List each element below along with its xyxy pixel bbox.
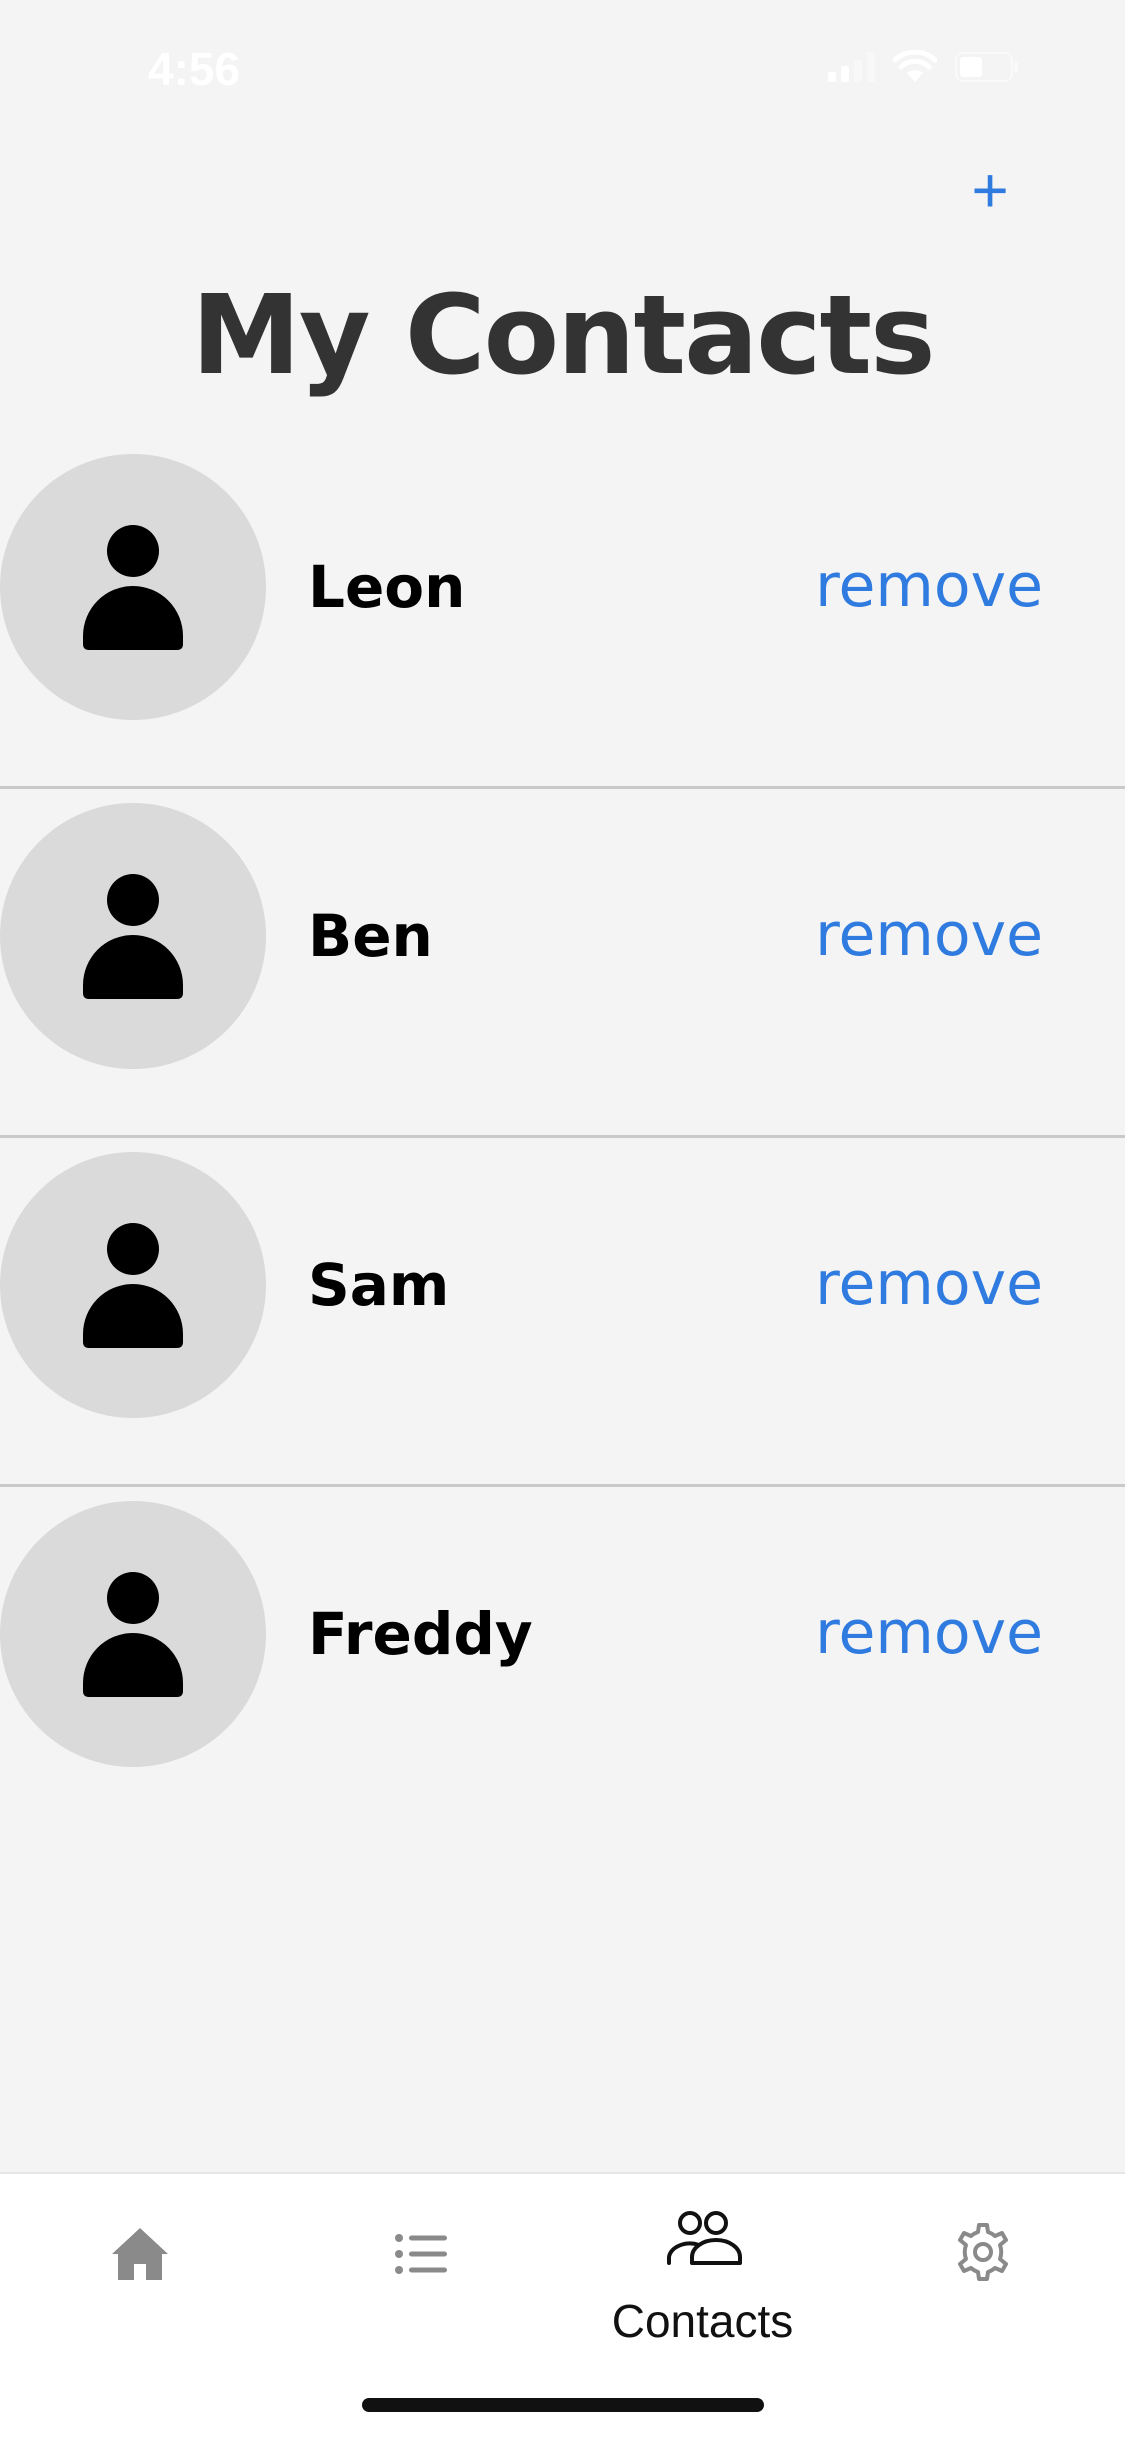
gear-icon (958, 2223, 1008, 2281)
cellular-signal-icon (828, 52, 875, 82)
list-item[interactable]: Freddy remove (0, 1487, 1125, 1833)
list-item[interactable]: Sam remove (0, 1138, 1125, 1487)
contact-list: Leon remove Ben remove Sam remove Freddy… (0, 440, 1125, 1833)
status-icons (828, 50, 1019, 84)
contact-name: Sam (308, 1251, 450, 1319)
status-time: 4:56 (148, 43, 241, 95)
contact-name: Ben (308, 902, 433, 970)
tab-label: Contacts (611, 2295, 794, 2347)
avatar (0, 1501, 266, 1767)
add-contact-button[interactable]: + (960, 150, 1020, 230)
person-icon (83, 525, 183, 650)
list-item[interactable]: Leon remove (0, 440, 1125, 789)
tab-settings[interactable] (843, 2174, 1124, 2374)
home-icon (112, 2228, 168, 2280)
avatar (0, 1152, 266, 1418)
list-item[interactable]: Ben remove (0, 789, 1125, 1138)
wifi-icon (893, 50, 937, 84)
person-icon (83, 1572, 183, 1697)
list-icon (395, 2234, 447, 2274)
remove-button[interactable]: remove (815, 1248, 1043, 1320)
tab-list[interactable] (281, 2174, 562, 2374)
page-title: My Contacts (191, 271, 935, 399)
person-icon (83, 1223, 183, 1348)
home-indicator (362, 2398, 764, 2412)
remove-button[interactable]: remove (815, 550, 1043, 622)
remove-button[interactable]: remove (815, 899, 1043, 971)
tab-contacts[interactable]: Contacts (562, 2174, 843, 2374)
avatar (0, 803, 266, 1069)
person-icon (83, 874, 183, 999)
contact-name: Freddy (308, 1600, 533, 1668)
tab-home[interactable] (0, 2174, 281, 2374)
contacts-icon (667, 2211, 742, 2265)
avatar (0, 454, 266, 720)
contact-name: Leon (308, 553, 466, 621)
battery-icon (955, 52, 1019, 82)
remove-button[interactable]: remove (815, 1597, 1043, 1669)
status-bar: 4:56 (0, 0, 1125, 130)
